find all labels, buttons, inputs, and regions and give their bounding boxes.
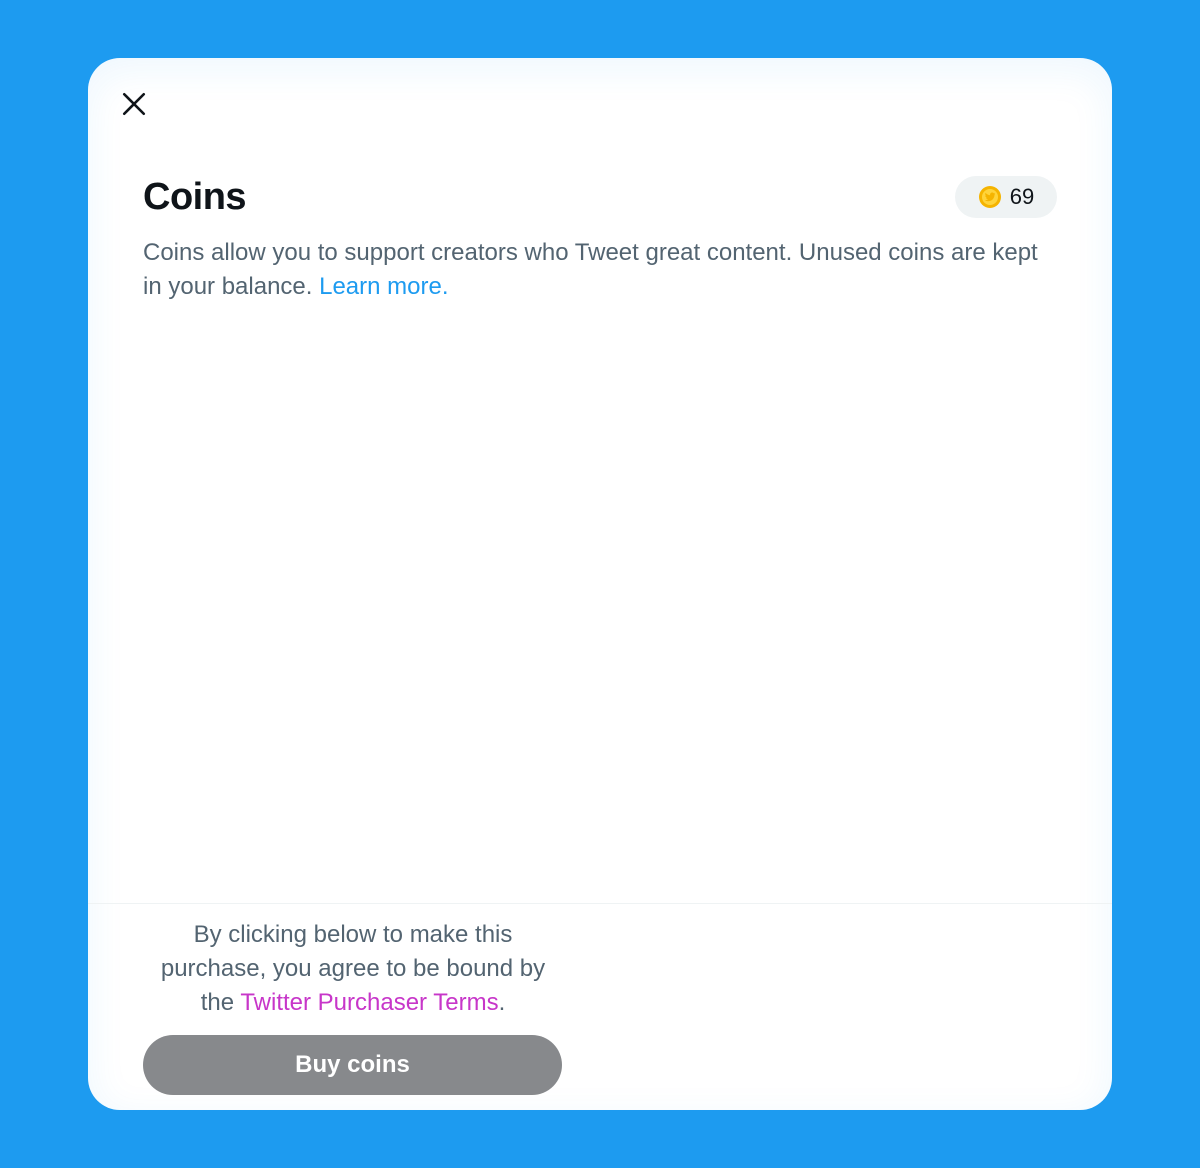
coins-description: Coins allow you to support creators who …: [143, 236, 1063, 304]
coin-balance-value: 69: [1009, 184, 1035, 209]
purchase-terms-text: By clicking below to make this purchase,…: [143, 918, 563, 1020]
coin-balance-badge: 69: [955, 176, 1057, 218]
coins-modal: Coins 69 Coins allow you to support crea…: [88, 58, 1112, 1110]
coins-description-text: Coins allow you to support creators who …: [143, 239, 1038, 300]
coin-icon: [978, 186, 1001, 208]
page-title: Coins: [143, 176, 247, 218]
learn-more-link[interactable]: Learn more.: [319, 273, 448, 300]
footer-divider: [88, 903, 1112, 904]
buy-coins-button[interactable]: Buy coins: [143, 1035, 562, 1095]
close-icon: [122, 92, 146, 116]
purchaser-terms-link[interactable]: Twitter Purchaser Terms: [240, 989, 498, 1016]
close-button[interactable]: [116, 86, 152, 122]
terms-suffix: .: [498, 989, 506, 1016]
